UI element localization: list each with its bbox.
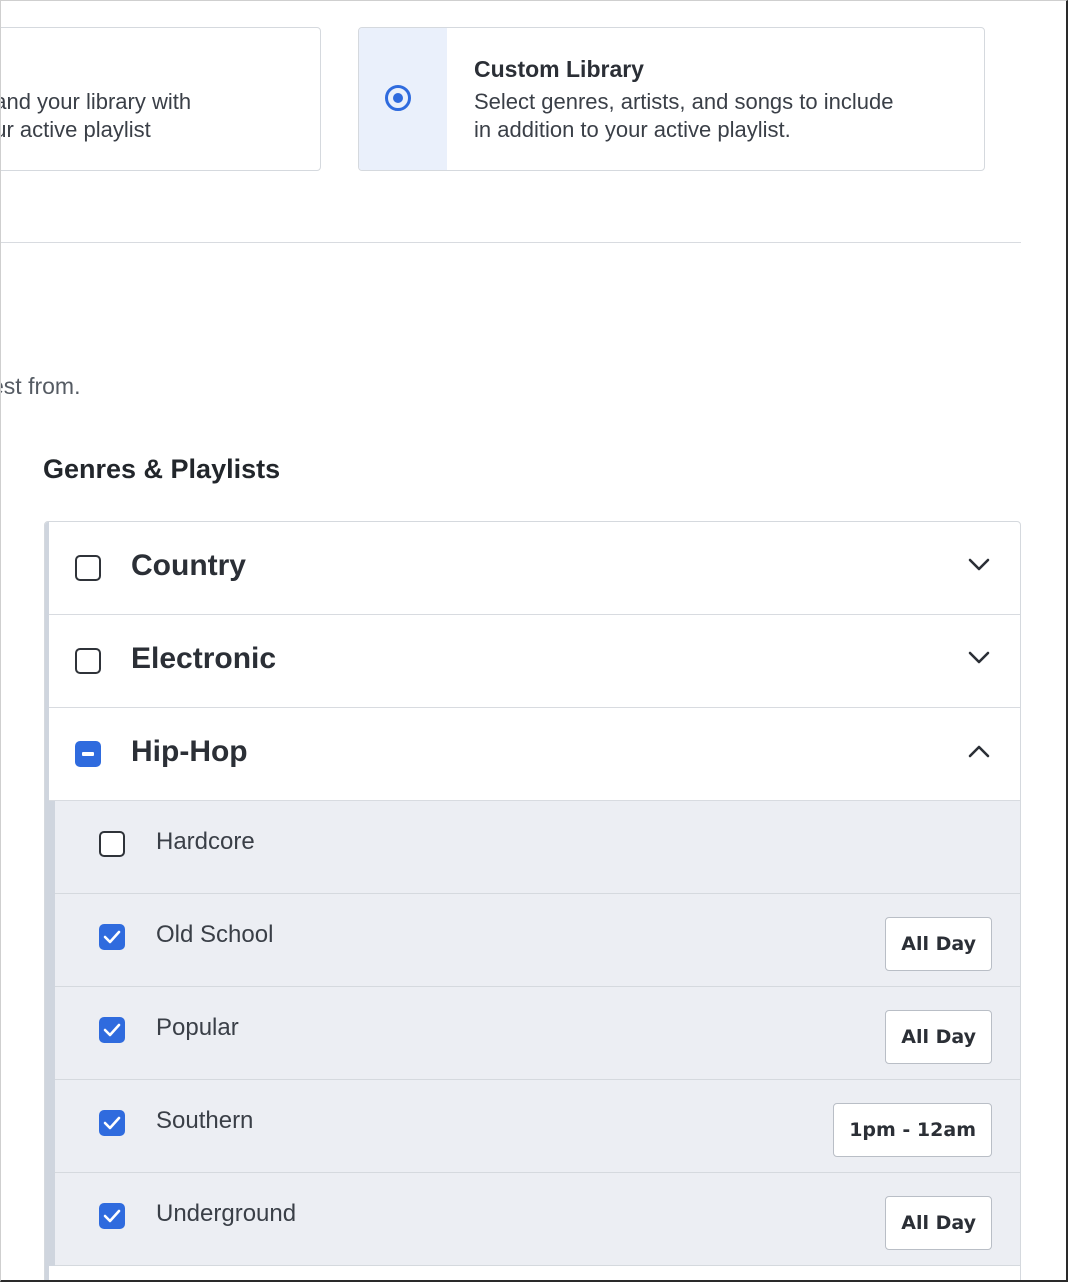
chevron-down-icon[interactable] bbox=[968, 651, 990, 670]
schedule-button[interactable]: All Day bbox=[885, 917, 992, 971]
standard-library-card[interactable]: pand your library with our active playli… bbox=[0, 27, 321, 171]
checkmark-icon bbox=[103, 1023, 121, 1037]
schedule-button[interactable]: All Day bbox=[885, 1010, 992, 1064]
custom-library-title: Custom Library bbox=[474, 56, 644, 82]
chevron-up-icon[interactable] bbox=[968, 744, 990, 763]
genre-label: Electronic bbox=[131, 642, 277, 675]
checkmark-icon bbox=[103, 930, 121, 944]
standard-library-description: pand your library with our active playli… bbox=[0, 88, 312, 144]
subgenre-row-underground[interactable]: Underground All Day bbox=[55, 1173, 1020, 1266]
genre-row-country[interactable]: Country bbox=[49, 522, 1020, 615]
custom-library-card[interactable]: Custom Library Select genres, artists, a… bbox=[358, 27, 985, 171]
checkmark-icon bbox=[103, 1209, 121, 1223]
subgenre-label: Underground bbox=[156, 1200, 297, 1227]
radio-selected-dot bbox=[393, 93, 403, 103]
subgenre-row-old-school[interactable]: Old School All Day bbox=[55, 894, 1020, 987]
custom-library-radio[interactable] bbox=[385, 85, 411, 111]
genre-row-electronic[interactable]: Electronic bbox=[49, 615, 1020, 708]
app-window: pand your library with our active playli… bbox=[0, 0, 1068, 1282]
hint-text: est from. bbox=[1, 373, 81, 399]
section-divider bbox=[1, 242, 1021, 243]
subgenre-checkbox-popular[interactable] bbox=[99, 1017, 125, 1043]
genre-label: Hip-Hop bbox=[131, 735, 248, 768]
subgenre-label: Hardcore bbox=[156, 828, 255, 855]
subgenre-checkbox-underground[interactable] bbox=[99, 1203, 125, 1229]
custom-library-desc-line2: in addition to your active playlist. bbox=[474, 117, 791, 142]
hiphop-subgenres: Hardcore Old School All Day Popular All … bbox=[49, 801, 1020, 1266]
subgenre-label: Old School bbox=[156, 921, 274, 948]
subgenre-row-hardcore[interactable]: Hardcore bbox=[55, 801, 1020, 894]
schedule-button[interactable]: 1pm - 12am bbox=[833, 1103, 992, 1157]
genre-checkbox-country[interactable] bbox=[75, 555, 101, 581]
subgenre-checkbox-hardcore[interactable] bbox=[99, 831, 125, 857]
subgenre-label: Southern bbox=[156, 1107, 254, 1134]
schedule-button[interactable]: All Day bbox=[885, 1196, 992, 1250]
subgenre-label: Popular bbox=[156, 1014, 239, 1041]
subgenre-checkbox-old-school[interactable] bbox=[99, 924, 125, 950]
custom-library-desc-line1: Select genres, artists, and songs to inc… bbox=[474, 89, 894, 114]
standard-library-desc-line1: pand your library with bbox=[0, 89, 192, 114]
genre-label: Country bbox=[131, 549, 246, 582]
chevron-down-icon[interactable] bbox=[968, 558, 990, 577]
subgenre-row-popular[interactable]: Popular All Day bbox=[55, 987, 1020, 1080]
custom-library-description: Select genres, artists, and songs to inc… bbox=[474, 88, 964, 144]
genre-row-hiphop[interactable]: Hip-Hop bbox=[49, 708, 1020, 801]
subgenre-checkbox-southern[interactable] bbox=[99, 1110, 125, 1136]
checkmark-icon bbox=[103, 1116, 121, 1130]
radio-column bbox=[359, 28, 447, 170]
subgenre-row-southern[interactable]: Southern 1pm - 12am bbox=[55, 1080, 1020, 1173]
genres-section-title: Genres & Playlists bbox=[43, 454, 281, 484]
genres-list: Country Electronic Hip-Hop Hardcore Old … bbox=[44, 521, 1021, 1280]
standard-library-desc-line2: our active playlist bbox=[1, 117, 151, 142]
genre-checkbox-hiphop[interactable] bbox=[75, 741, 101, 767]
genre-checkbox-electronic[interactable] bbox=[75, 648, 101, 674]
